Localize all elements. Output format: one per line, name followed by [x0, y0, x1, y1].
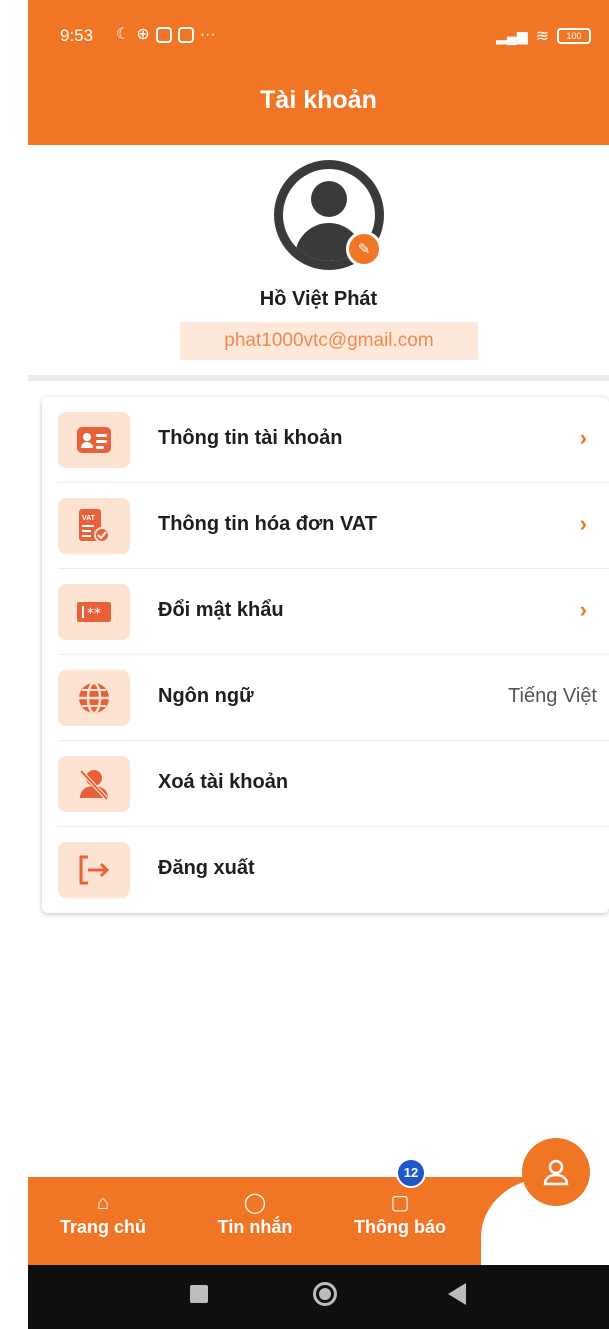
chevron-right-icon: › [579, 425, 587, 450]
user-email: phat1000vtc@gmail.com [180, 322, 478, 360]
menu-item-label: Xoá tài khoản [158, 771, 289, 793]
more-icon: ··· [199, 26, 216, 43]
app-notification-icon [177, 27, 194, 43]
moon-icon: ☾ [116, 26, 131, 43]
nav-item-label: Thông báo [354, 1217, 446, 1237]
system-nav-bar [28, 1265, 609, 1329]
edit-avatar-button[interactable]: ✎ [346, 231, 382, 267]
menu-item-label: Ngôn ngữ [158, 685, 254, 707]
section-divider [28, 375, 609, 381]
id-card-icon [58, 412, 130, 468]
nav-item-notifications[interactable]: ▢ Thông báo [340, 1191, 460, 1238]
vat-invoice-icon: VAT [58, 498, 130, 554]
globe-icon [58, 670, 130, 726]
svg-text:**: ** [87, 606, 101, 622]
app-header: 9:53 ☾ ⊕ ··· ▂▄▆ ≋ 100 Tài khoản [28, 0, 609, 145]
nav-item-home[interactable]: ⌂ Trang chủ [48, 1191, 158, 1238]
sync-icon: ⊕ [136, 26, 150, 43]
account-menu: Thông tin tài khoản › VAT Thông tin hóa … [42, 397, 609, 913]
chat-icon: ◯ [243, 1192, 267, 1214]
status-icons-left: ☾ ⊕ ··· [116, 26, 216, 44]
nav-item-label: Tin nhắn [217, 1217, 293, 1237]
notification-count-badge: 12 [396, 1158, 426, 1188]
menu-item-label: Đổi mật khẩu [158, 599, 284, 621]
delete-account-icon [58, 756, 130, 812]
password-icon: ** [58, 584, 130, 640]
home-button[interactable] [313, 1282, 337, 1306]
menu-item-label: Đăng xuất [158, 857, 255, 879]
menu-item-account-info[interactable]: Thông tin tài khoản › [42, 397, 609, 483]
signal-icon: ▂▄▆ [496, 27, 528, 44]
back-button[interactable] [448, 1283, 466, 1305]
bell-icon: ▢ [390, 1192, 410, 1214]
menu-item-vat-invoice[interactable]: VAT Thông tin hóa đơn VAT › [42, 483, 609, 569]
menu-item-logout[interactable]: Đăng xuất [42, 827, 609, 913]
menu-item-change-password[interactable]: ** Đổi mật khẩu › [42, 569, 609, 655]
menu-item-delete-account[interactable]: Xoá tài khoản [42, 741, 609, 827]
battery-icon: 100 [557, 28, 591, 44]
bottom-nav: ⌂ Trang chủ ◯ Tin nhắn ▢ Thông báo [28, 1177, 609, 1265]
pencil-icon: ✎ [357, 241, 371, 258]
app-notification-icon [155, 27, 172, 43]
page-title: Tài khoản [260, 86, 377, 114]
home-icon: ⌂ [96, 1192, 110, 1214]
language-value: Tiếng Việt [508, 685, 597, 707]
status-bar: 9:53 ☾ ⊕ ··· ▂▄▆ ≋ 100 [28, 0, 609, 70]
nav-item-label: Trang chủ [59, 1217, 146, 1237]
recent-apps-button[interactable] [190, 1285, 208, 1303]
menu-item-label: Thông tin hóa đơn VAT [158, 513, 377, 535]
svg-text:VAT: VAT [82, 515, 96, 522]
chevron-right-icon: › [579, 511, 587, 536]
menu-item-label: Thông tin tài khoản [158, 427, 343, 449]
menu-item-language[interactable]: Ngôn ngữ Tiếng Việt [42, 655, 609, 741]
status-time: 9:53 [60, 26, 94, 45]
nav-item-profile[interactable] [522, 1138, 590, 1206]
logout-icon [58, 842, 130, 898]
wifi-icon: ≋ [535, 28, 549, 45]
user-name: Hồ Việt Phát [259, 288, 378, 310]
avatar-head [311, 181, 347, 217]
user-icon [543, 1159, 569, 1186]
nav-item-messages[interactable]: ◯ Tin nhắn [200, 1191, 310, 1238]
chevron-right-icon: › [579, 597, 587, 622]
status-icons-right: ▂▄▆ ≋ 100 [496, 26, 591, 46]
